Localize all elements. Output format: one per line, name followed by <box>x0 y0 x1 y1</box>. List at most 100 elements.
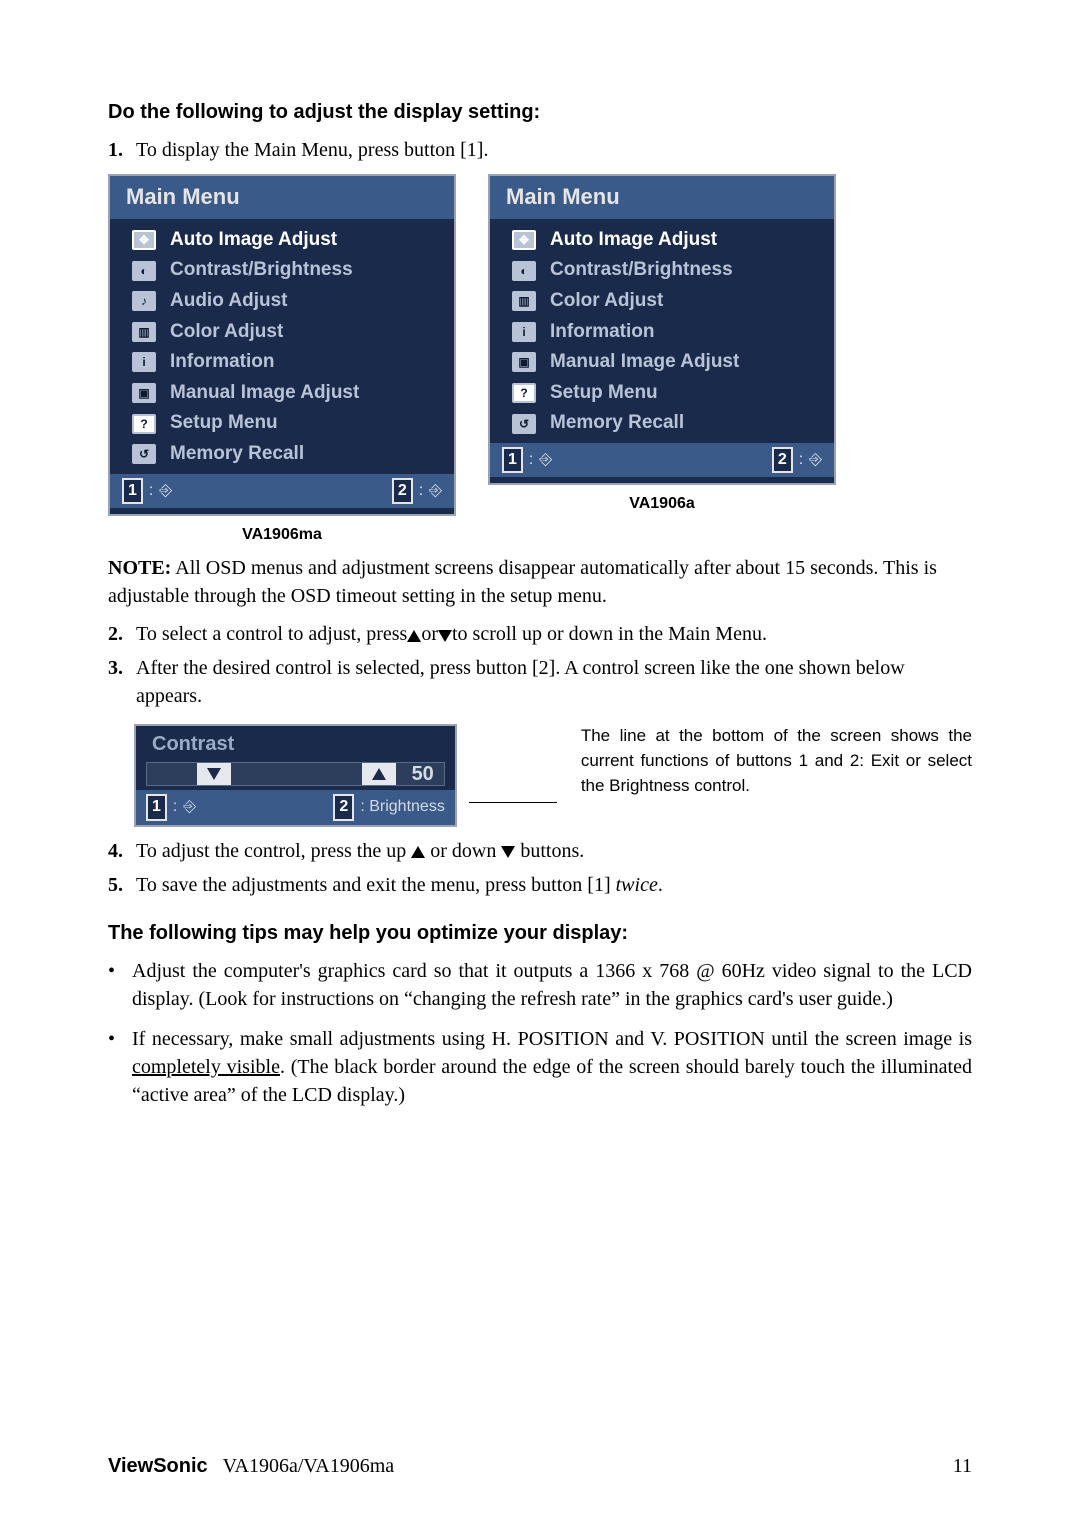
menu-label: Manual Image Adjust <box>550 349 739 376</box>
step-body: To select a control to adjust, pressorto… <box>136 620 972 648</box>
menu-label: Manual Image Adjust <box>170 380 359 407</box>
auto-adjust-icon: ✥ <box>132 230 156 250</box>
tip2-pre: If necessary, make small adjustments usi… <box>132 1028 972 1050</box>
model-label-ma: VA1906ma <box>242 524 322 546</box>
menu-label: Contrast/Brightness <box>170 257 353 284</box>
menu-label: Memory Recall <box>550 410 684 437</box>
step-body: To save the adjustments and exit the men… <box>136 871 972 899</box>
step5-twice: twice <box>616 874 658 896</box>
footer-key-2: 2: ⎆ <box>772 447 822 473</box>
menu-item[interactable]: ▥ Color Adjust <box>512 286 824 317</box>
tip2-underline: completely visible <box>132 1056 280 1078</box>
step-1: 1. To display the Main Menu, press butto… <box>108 136 972 164</box>
menu-item[interactable]: ▥Color Adjust <box>132 317 444 348</box>
tip-2: • If necessary, make small adjustments u… <box>108 1025 972 1109</box>
tip1-pre: Adjust the computer's graphics card so t… <box>132 960 696 982</box>
menu-label: Information <box>550 319 655 346</box>
menu-label: Setup Menu <box>550 380 658 407</box>
menu-footer-a: 1:⎆ 2: ⎆ <box>490 443 834 477</box>
menu-item[interactable]: ✥ Auto Image Adjust <box>132 225 444 256</box>
menu-item[interactable]: ↺ Memory Recall <box>512 408 824 439</box>
menu-item[interactable]: ▣ Manual Image Adjust <box>132 378 444 409</box>
slider-value: 50 <box>412 763 440 785</box>
footer-page: 11 <box>953 1452 972 1480</box>
slider-up-btn[interactable] <box>362 763 396 785</box>
colon: : <box>419 480 423 502</box>
menu-label: Color Adjust <box>550 288 663 315</box>
triangle-down-icon <box>501 846 515 858</box>
bullet-icon: • <box>108 957 120 1013</box>
menu-item[interactable]: ?Setup Menu <box>132 408 444 439</box>
tip-1: • Adjust the computer's graphics card so… <box>108 957 972 1013</box>
menu-item[interactable]: iInformation <box>512 317 824 348</box>
contrast-icon: ◐ <box>512 261 536 281</box>
slider-down-btn[interactable] <box>197 763 231 785</box>
triangle-down-icon <box>438 630 452 642</box>
menu-item[interactable]: ?Setup Menu <box>512 378 824 409</box>
tip-body: Adjust the computer's graphics card so t… <box>132 957 972 1013</box>
step4-mid: or down <box>425 840 501 862</box>
triangle-up-icon <box>372 768 386 780</box>
menu-footer-ma: 1:⎆ 2:⎆ <box>110 474 454 508</box>
menu-items-ma: ✥Auto Image Adjust ◐Contrast/Brightness … <box>110 219 454 474</box>
menu-item[interactable]: ◐Contrast/Brightness <box>512 255 824 286</box>
triangle-up-icon <box>407 630 421 642</box>
step2-mid: or <box>421 623 438 645</box>
key-1-box: 1 <box>146 794 167 820</box>
slider-track[interactable]: 50 <box>146 762 445 786</box>
recall-icon: ↺ <box>512 414 536 434</box>
note-label: NOTE: <box>108 557 171 579</box>
manual-adjust-icon: ▣ <box>512 352 536 372</box>
manual-adjust-icon: ▣ <box>132 383 156 403</box>
slider-row: 50 <box>136 762 455 790</box>
colon: : <box>529 449 533 471</box>
step-body: To adjust the control, press the up or d… <box>136 837 972 865</box>
key-1-box: 1 <box>502 447 523 473</box>
menu-col-ma: Main Menu ✥Auto Image Adjust ◐Contrast/B… <box>108 174 456 546</box>
menu-col-a: Main Menu ✥Auto Image Adjust ◐Contrast/B… <box>488 174 836 546</box>
model-label-a: VA1906a <box>629 493 695 515</box>
menu-item[interactable]: iInformation <box>132 347 444 378</box>
colon: : <box>149 480 153 502</box>
menu-panel-a: Main Menu ✥Auto Image Adjust ◐Contrast/B… <box>488 174 836 485</box>
annotation-text: The line at the bottom of the screen sho… <box>581 724 972 798</box>
key-2-box: 2 <box>772 447 793 473</box>
step-num: 2. <box>108 620 130 648</box>
footer-left: ViewSonic VA1906a/VA1906ma <box>108 1452 394 1480</box>
step-num: 3. <box>108 654 130 682</box>
step4-post: buttons. <box>515 840 584 862</box>
contrast-panel: Contrast 50 1:⎆ 2: Brightness <box>134 724 457 826</box>
color-icon: ▥ <box>512 291 536 311</box>
tip1-at: @ <box>696 960 714 982</box>
footer-brand: ViewSonic <box>108 1455 208 1477</box>
colon: : <box>799 449 803 471</box>
colon: : <box>173 796 177 818</box>
footer-key-1: 1:⎆ <box>502 447 552 473</box>
note-block: NOTE: All OSD menus and adjustment scree… <box>108 554 972 610</box>
step-num: 5. <box>108 871 130 899</box>
step5-pre: To save the adjustments and exit the men… <box>136 874 616 896</box>
brightness-label: : Brightness <box>360 796 444 818</box>
step-num: 4. <box>108 837 130 865</box>
tip-body: If necessary, make small adjustments usi… <box>132 1025 972 1109</box>
step-2: 2. To select a control to adjust, presso… <box>108 620 972 648</box>
contrast-figure: Contrast 50 1:⎆ 2: Brightness The line a… <box>134 724 972 826</box>
menu-title-a: Main Menu <box>490 176 834 219</box>
page-footer: ViewSonic VA1906a/VA1906ma 11 <box>108 1452 972 1480</box>
menu-item[interactable]: ♪Audio Adjust <box>132 286 444 317</box>
exit-icon: ⎆ <box>159 480 172 502</box>
menu-label: Auto Image Adjust <box>170 227 337 254</box>
key-1-box: 1 <box>122 478 143 504</box>
menu-item[interactable]: ◐Contrast/Brightness <box>132 255 444 286</box>
step5-post: . <box>658 874 663 896</box>
footer-key-1: 1: ⎆ <box>122 478 172 504</box>
key-2-box: 2 <box>333 794 354 820</box>
menu-panel-ma: Main Menu ✥Auto Image Adjust ◐Contrast/B… <box>108 174 456 516</box>
menu-item[interactable]: ▣ Manual Image Adjust <box>512 347 824 378</box>
step4-pre: To adjust the control, press the up <box>136 840 411 862</box>
enter-icon: ⎆ <box>809 449 822 471</box>
menu-item[interactable]: ✥Auto Image Adjust <box>512 225 824 256</box>
step-num: 1. <box>108 136 130 164</box>
info-icon: i <box>132 352 156 372</box>
menu-item[interactable]: ↺Memory Recall <box>132 439 444 470</box>
